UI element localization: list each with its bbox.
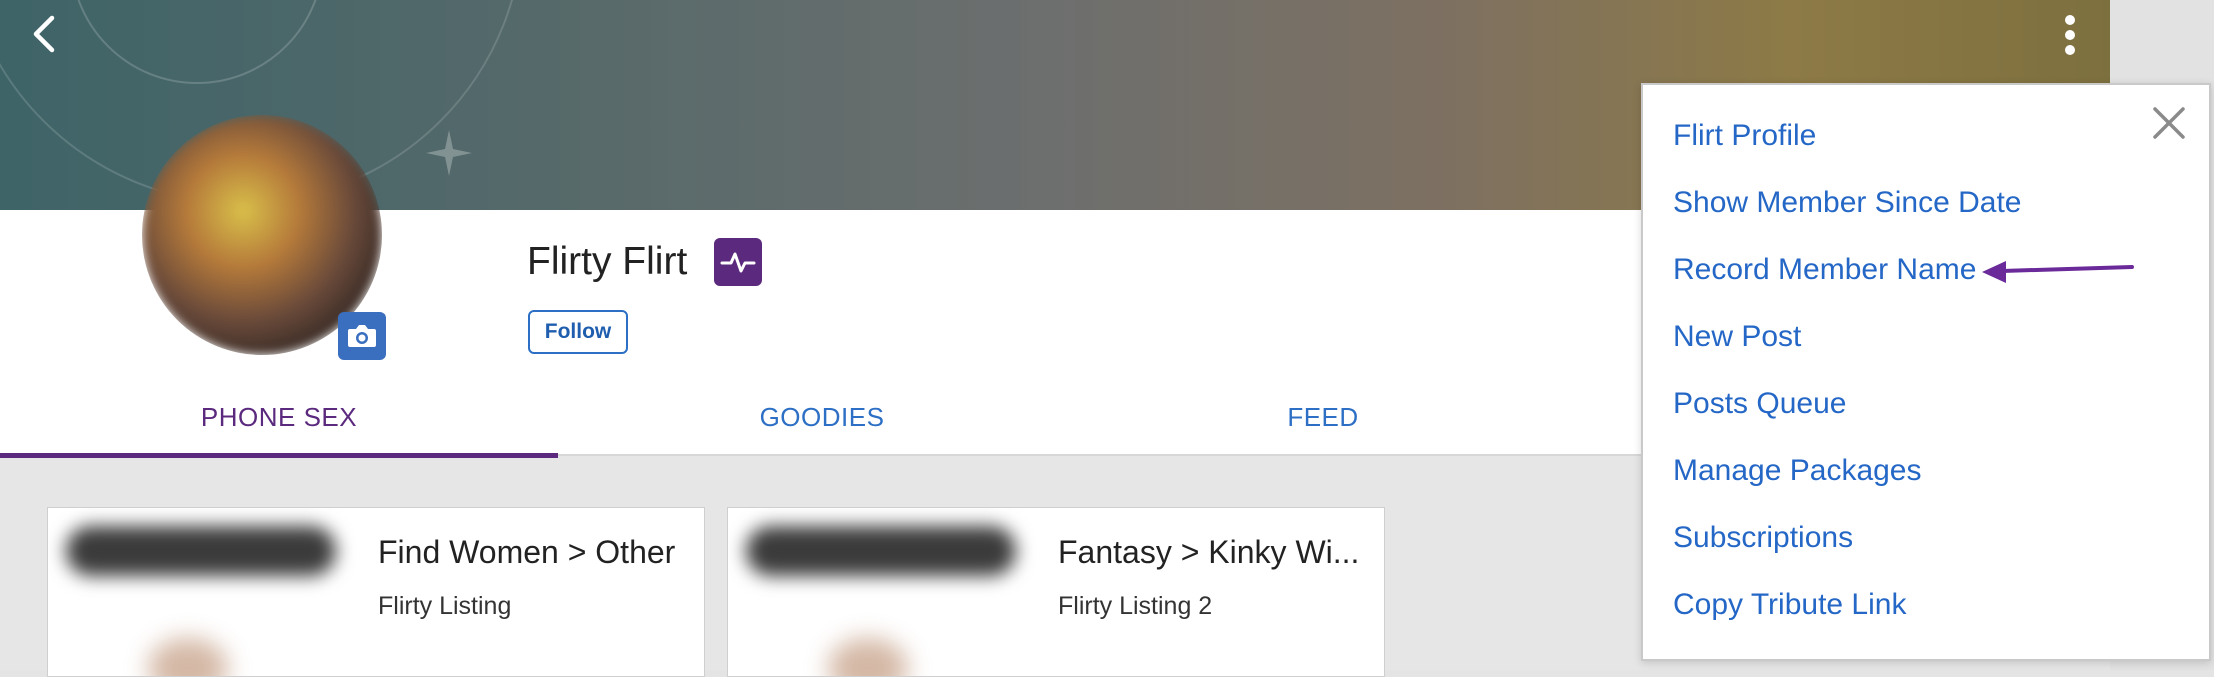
follow-button[interactable]: Follow	[528, 310, 628, 354]
chevron-left-icon[interactable]	[24, 14, 64, 54]
overflow-menu: Flirt Profile Show Member Since Date Rec…	[1641, 83, 2211, 661]
arrow-left-icon	[1982, 261, 2134, 283]
listing-title: Find Women > Other	[378, 534, 676, 570]
tab-phone-sex[interactable]: PHONE SEX	[0, 378, 558, 458]
listing-title: Fantasy > Kinky Wi...	[1058, 534, 1360, 570]
listing-card[interactable]: Find Women > Other Flirty Listing	[47, 507, 705, 677]
sparkle-icon	[426, 130, 472, 176]
profile-name: Flirty Flirt	[527, 240, 688, 283]
close-icon[interactable]	[2149, 103, 2189, 143]
listing-subtitle: Flirty Listing	[378, 592, 512, 620]
menu-item-manage-packages[interactable]: Manage Packages	[1673, 454, 1922, 488]
tab-feed[interactable]: FEED	[1086, 378, 1560, 456]
camera-icon[interactable]	[338, 312, 386, 360]
listing-card[interactable]: Fantasy > Kinky Wi... Flirty Listing 2	[727, 507, 1385, 677]
listing-subtitle: Flirty Listing 2	[1058, 592, 1213, 620]
menu-item-copy-tribute-link[interactable]: Copy Tribute Link	[1673, 588, 1906, 622]
listing-thumbnail	[48, 508, 348, 676]
listing-thumbnail	[728, 508, 1028, 676]
tab-goodies[interactable]: GOODIES	[558, 378, 1086, 456]
more-vertical-icon[interactable]	[2050, 12, 2090, 58]
menu-item-subscriptions[interactable]: Subscriptions	[1673, 521, 1853, 555]
menu-item-posts-queue[interactable]: Posts Queue	[1673, 387, 1846, 421]
menu-item-new-post[interactable]: New Post	[1673, 320, 1801, 354]
menu-item-record-member-name[interactable]: Record Member Name	[1673, 253, 1976, 287]
pulse-icon	[714, 238, 762, 286]
menu-item-flirt-profile[interactable]: Flirt Profile	[1673, 119, 1816, 153]
menu-item-show-member-since[interactable]: Show Member Since Date	[1673, 186, 2022, 220]
